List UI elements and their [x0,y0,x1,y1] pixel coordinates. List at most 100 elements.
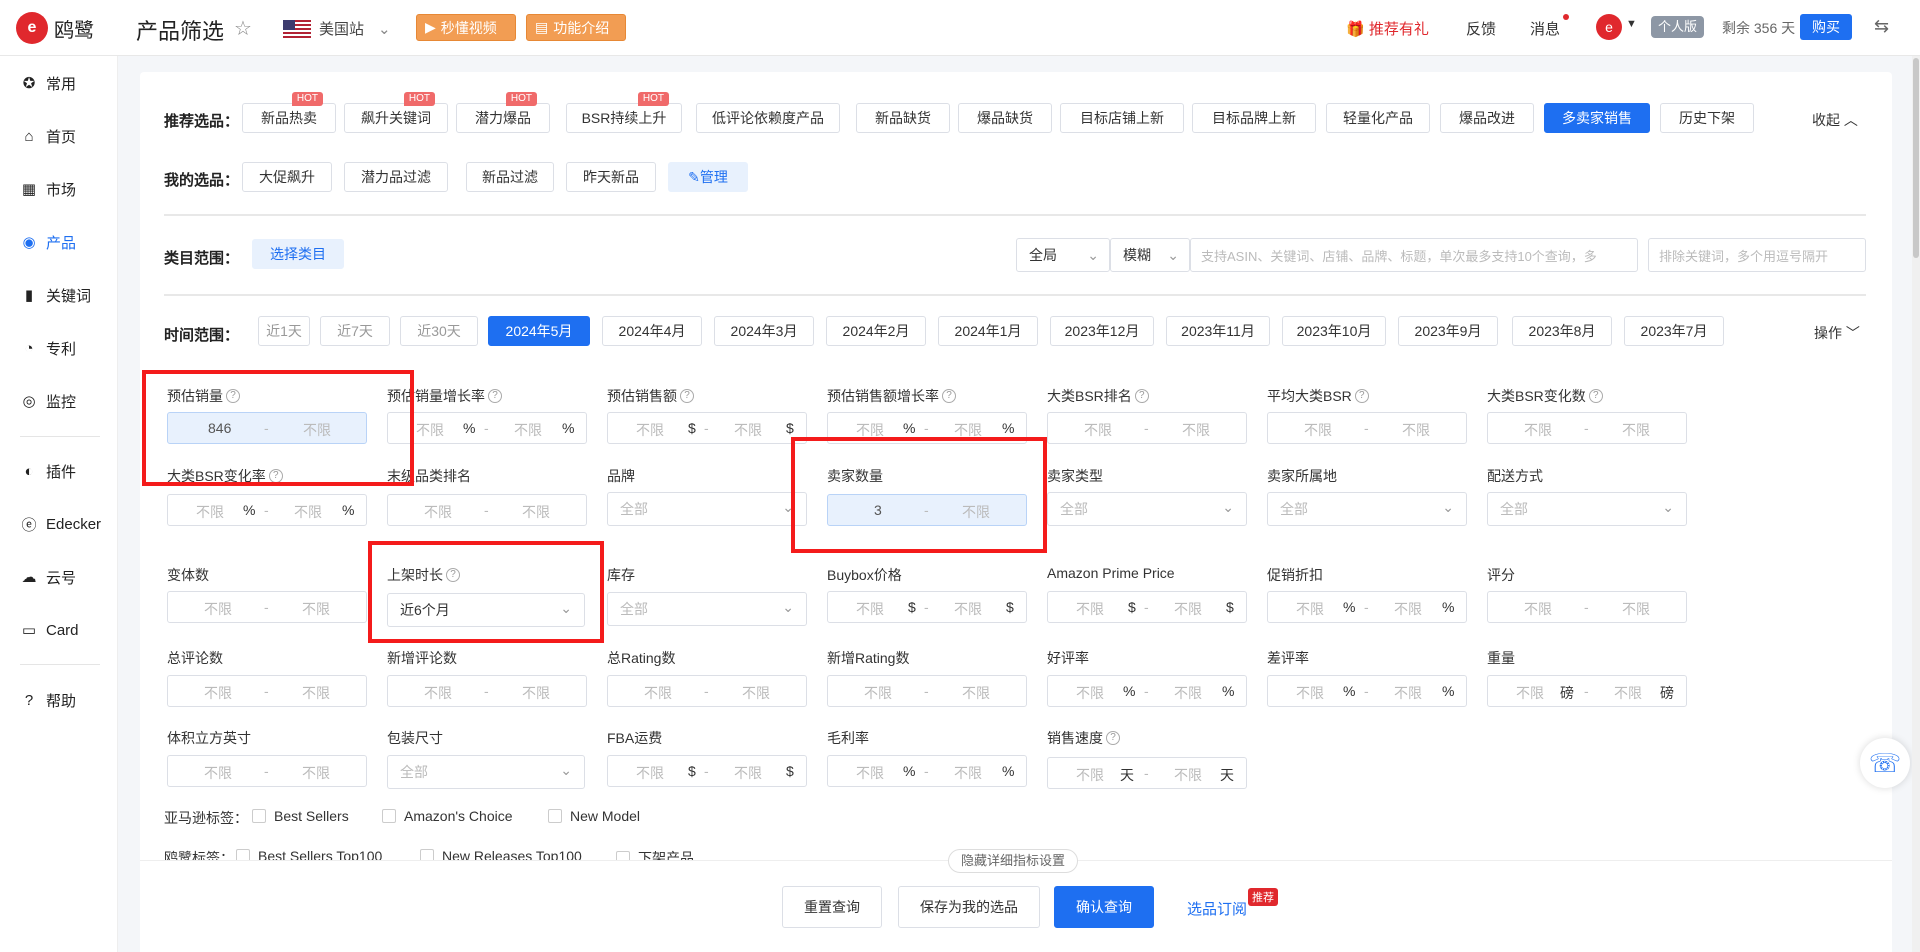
referral-link[interactable]: 🎁 推荐有礼 [1346,18,1429,39]
scrollbar-thumb[interactable] [1913,58,1919,258]
chip-lightweight[interactable]: 轻量化产品 [1326,103,1430,133]
checkbox[interactable] [252,809,266,823]
leaf-rank-range[interactable]: 不限 - 不限 [387,494,587,526]
good-rate-range[interactable]: 不限% - 不限% [1047,675,1247,707]
tag-best-sellers[interactable]: Best Sellers [252,808,349,824]
range-min[interactable]: 不限 [856,599,884,619]
time-1d[interactable]: 近1天 [258,316,310,346]
range-max[interactable]: 不限 [1174,765,1202,785]
my-chip-new-filter[interactable]: 新品过滤 [466,162,554,192]
range-max[interactable]: 不限 [1402,420,1430,440]
range-max[interactable]: 不限 [302,763,330,783]
sidebar-item-patent[interactable]: ◔ 专利 [0,328,118,368]
operations-toggle[interactable]: 操作 ﹀ [1814,323,1860,343]
range-max[interactable]: 不限 [954,599,982,619]
range-min[interactable]: 不限 [424,683,452,703]
range-min[interactable]: 不限 [424,502,452,522]
range-max[interactable]: 不限 [1394,683,1422,703]
my-chip-yesterday[interactable]: 昨天新品 [566,162,656,192]
new-reviews-range[interactable]: 不限 - 不限 [387,675,587,707]
sidebar-item-common[interactable]: ✪ 常用 [0,63,118,103]
range-min[interactable]: 不限 [1076,765,1104,785]
manage-button[interactable]: ✎ 管理 [668,162,748,192]
range-min[interactable]: 不限 [416,420,444,440]
prime-price-range[interactable]: 不限 $ - 不限 $ [1047,591,1247,623]
avg-bsr-range[interactable]: 不限 - 不限 [1267,412,1467,444]
confirm-query-button[interactable]: 确认查询 [1054,886,1154,928]
exclude-keywords-input[interactable]: 排除关键词，多个用逗号隔开 [1648,238,1866,272]
total-ratings-range[interactable]: 不限 - 不限 [607,675,807,707]
range-max[interactable]: 不限 [962,683,990,703]
est-sales-range[interactable]: 846 - 不限 [167,412,367,444]
sidebar-item-keyword[interactable]: ▮ 关键词 [0,275,118,315]
range-max[interactable]: 不限 [294,502,322,522]
chip-rising-keywords[interactable]: 飙升关键词 HOT [344,92,448,133]
range-min[interactable]: 不限 [636,420,664,440]
range-max[interactable]: 不限 [514,420,542,440]
reset-button[interactable]: 重置查询 [782,886,882,928]
discount-range[interactable]: 不限% - 不限% [1267,591,1467,623]
sidebar-item-cloud[interactable]: ☁ 云号 [0,557,118,597]
new-ratings-range[interactable]: 不限 - 不限 [827,675,1027,707]
chip-history-delisted[interactable]: 历史下架 [1660,103,1754,133]
sidebar-item-product[interactable]: ◉ 产品 [0,222,118,262]
time-2023-09[interactable]: 2023年9月 [1398,316,1498,346]
range-min[interactable]: 不限 [1516,683,1544,703]
avatar-caret-icon[interactable]: ▼ [1626,18,1637,30]
chip-low-review[interactable]: 低评论依赖度产品 [696,103,840,133]
hide-details-toggle[interactable]: 隐藏详细指标设置 [948,849,1079,873]
time-2023-11[interactable]: 2023年11月 [1166,316,1270,346]
velocity-range[interactable]: 不限天 - 不限天 [1047,757,1247,789]
listing-age-select[interactable]: 近6个月 ⌄ [387,593,585,627]
time-2024-05[interactable]: 2024年5月 [488,316,590,346]
checkbox[interactable] [548,809,562,823]
sidebar-item-help[interactable]: ? 帮助 [0,680,118,720]
sidebar-item-plugin[interactable]: ◐ 插件 [0,451,118,491]
stock-select[interactable]: 全部 ⌄ [607,592,807,626]
range-min[interactable]: 不限 [204,599,232,619]
question-icon[interactable]: ? [268,469,283,483]
chip-potential-hits[interactable]: 潜力爆品 HOT [456,92,550,133]
range-max[interactable]: 不限 [962,502,990,522]
swap-icon[interactable]: ⇆ [1874,16,1889,37]
sidebar-item-home[interactable]: ⌂ 首页 [0,116,118,156]
range-min[interactable]: 不限 [1296,683,1324,703]
buy-button[interactable]: 购买 [1800,14,1852,40]
sidebar-item-market[interactable]: ▦ 市场 [0,169,118,209]
range-max[interactable]: 不限 [954,420,982,440]
sidebar-item-edecker[interactable]: ⓔ Edecker [0,504,118,544]
range-max[interactable]: 不限 [1614,683,1642,703]
question-icon[interactable]: ? [1354,389,1369,403]
collapse-toggle[interactable]: 收起 ︿ [1812,110,1858,130]
range-max[interactable]: 不限 [954,763,982,783]
sidebar-item-card[interactable]: ▭ Card [0,610,118,650]
main-bsr-range[interactable]: 不限 - 不限 [1047,412,1247,444]
range-max[interactable]: 不限 [1174,683,1202,703]
volume-range[interactable]: 不限 - 不限 [167,755,367,787]
range-min[interactable]: 不限 [204,763,232,783]
range-max[interactable]: 不限 [1182,420,1210,440]
range-min[interactable]: 不限 [864,683,892,703]
seller-location-select[interactable]: 全部 ⌄ [1267,492,1467,526]
range-min[interactable]: 不限 [1524,420,1552,440]
range-min[interactable]: 不限 [636,763,664,783]
my-chip-promo[interactable]: 大促飙升 [242,162,332,192]
range-min[interactable]: 不限 [856,420,884,440]
time-2023-10[interactable]: 2023年10月 [1282,316,1386,346]
shipping-select[interactable]: 全部 ⌄ [1487,492,1687,526]
range-min[interactable]: 846 [208,420,231,436]
time-2024-01[interactable]: 2024年1月 [938,316,1038,346]
brand-select[interactable]: 全部 ⌄ [607,492,807,526]
range-min[interactable]: 不限 [644,683,672,703]
video-button[interactable]: ▶ 秒懂视频 [416,14,516,41]
est-revenue-growth-range[interactable]: 不限% - 不限% [827,412,1027,444]
checkbox[interactable] [382,809,396,823]
question-icon[interactable]: ? [488,389,502,403]
range-max[interactable]: 不限 [742,683,770,703]
range-min[interactable]: 不限 [1296,599,1324,619]
chip-hit-stockout[interactable]: 爆品缺货 [958,103,1052,133]
feedback-link[interactable]: 反馈 [1466,18,1496,39]
chip-new-hot[interactable]: 新品热卖 HOT [242,92,336,133]
question-icon[interactable]: ? [680,389,694,403]
range-min[interactable]: 3 [874,502,882,518]
